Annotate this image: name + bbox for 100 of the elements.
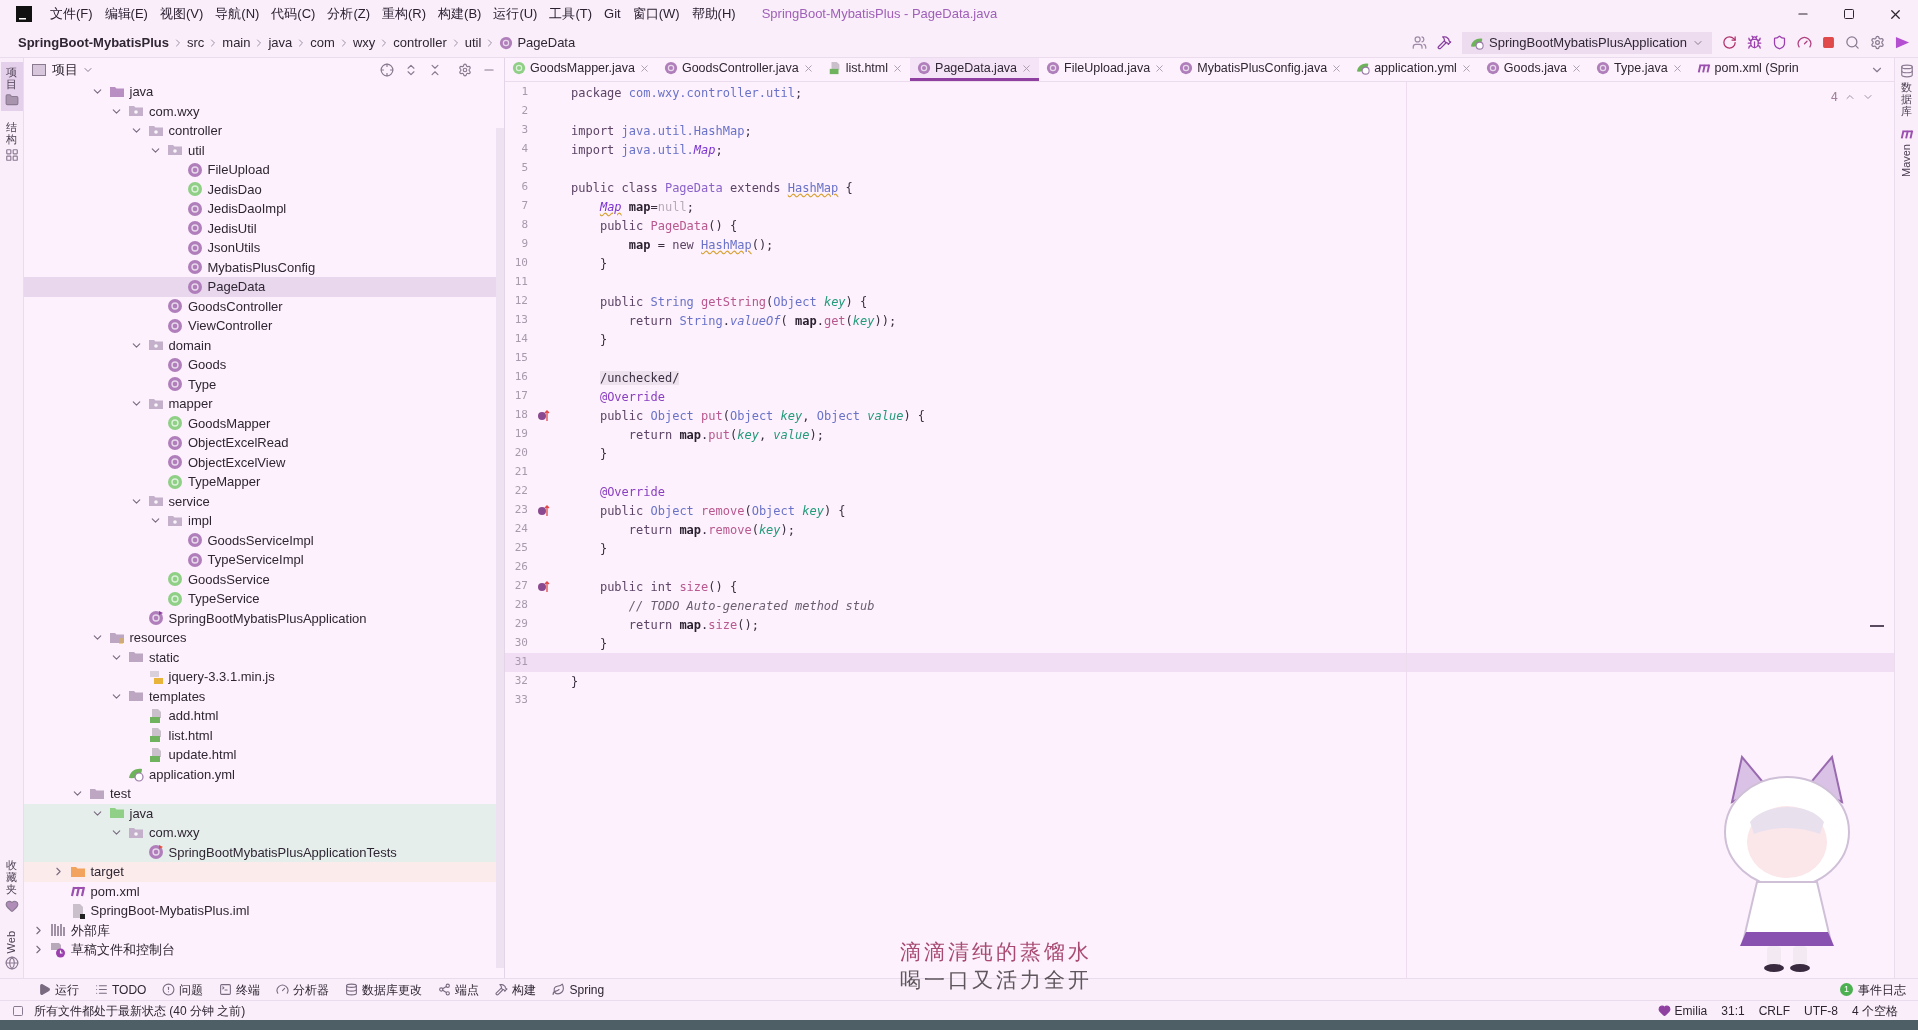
event-log-button[interactable]: 1 事件日志 [1840, 980, 1906, 999]
tree-item[interactable]: controller [24, 121, 496, 141]
menu-item[interactable]: 窗口(W) [626, 3, 686, 25]
breadcrumb[interactable]: java [268, 32, 293, 53]
tree-item[interactable]: TypeServiceImpl [24, 550, 496, 570]
tree-item[interactable]: templates [24, 686, 496, 706]
tree-item[interactable]: impl [24, 511, 496, 531]
close-tab-icon[interactable] [1571, 62, 1583, 74]
tool-window-button[interactable]: 结构 [0, 117, 23, 167]
editor-tab[interactable]: list.html [820, 58, 911, 81]
override-marker-icon[interactable] [536, 409, 550, 422]
status-item[interactable]: CRLF [1758, 1001, 1790, 1020]
breadcrumb[interactable]: controller [393, 32, 447, 53]
tree-item[interactable]: ObjectExcelRead [24, 433, 496, 453]
tree-item[interactable]: com.wxy [24, 101, 496, 121]
tree-item[interactable]: resources [24, 628, 496, 648]
editor-tab[interactable]: pom.xml (Sprin [1689, 58, 1806, 81]
tool-window-tab[interactable]: 终端 [219, 980, 261, 999]
tree-item[interactable]: list.html [24, 725, 496, 745]
close-tab-icon[interactable] [1154, 62, 1166, 74]
tree-item[interactable]: SpringBootMybatisPlusApplication [24, 608, 496, 628]
close-tab-icon[interactable] [802, 62, 814, 74]
tree-item[interactable]: mapper [24, 394, 496, 414]
tool-window-button[interactable]: Maven [1898, 127, 1915, 178]
tree-item[interactable]: Type [24, 374, 496, 394]
status-item[interactable]: 4 个空格 [1852, 1001, 1898, 1020]
menu-item[interactable]: 编辑(E) [98, 3, 154, 25]
editor-tab[interactable]: GoodsMapper.java [505, 58, 657, 81]
tree-item[interactable]: JsonUtils [24, 238, 496, 258]
breadcrumb[interactable]: main [222, 32, 251, 53]
tree-item[interactable]: add.html [24, 706, 496, 726]
tree-item[interactable]: com.wxy [24, 823, 496, 843]
tool-window-tab[interactable]: 运行 [38, 980, 79, 999]
run-config-dropdown[interactable]: SpringBootMybatisPlusApplication [1462, 31, 1712, 54]
locate-icon[interactable] [380, 63, 394, 77]
menu-item[interactable]: 视图(V) [153, 3, 210, 25]
tree-item[interactable]: GoodsController [24, 296, 496, 316]
menu-item[interactable]: 构建(B) [432, 3, 488, 25]
tool-window-tab[interactable]: Spring [552, 980, 605, 999]
close-tab-icon[interactable] [1671, 62, 1683, 74]
tree-item[interactable]: update.html [24, 745, 496, 765]
override-marker-icon[interactable] [536, 580, 550, 593]
editor-tab[interactable]: Goods.java [1478, 58, 1590, 81]
tree-item[interactable]: SpringBootMybatisPlusApplicationTests [24, 842, 496, 862]
tree-item[interactable]: service [24, 491, 496, 511]
tree-item[interactable]: java [24, 82, 496, 102]
editor-tab[interactable]: application.yml [1349, 58, 1479, 81]
tool-window-tab[interactable]: 分析器 [276, 980, 330, 999]
menu-item[interactable]: 重构(R) [376, 3, 433, 25]
editor-tab[interactable]: MybatisPlusConfig.java [1172, 58, 1350, 81]
breadcrumb[interactable]: com [310, 32, 335, 53]
tool-window-button[interactable]: 收藏夹 [0, 855, 23, 917]
breadcrumb[interactable]: PageData [517, 32, 576, 53]
tree-item[interactable]: TypeService [24, 589, 496, 609]
settings-icon[interactable] [1870, 35, 1885, 50]
tree-item[interactable]: JedisUtil [24, 218, 496, 238]
collapse-all-icon[interactable] [428, 63, 442, 77]
tree-item[interactable]: target [24, 862, 496, 882]
settings-icon[interactable] [458, 63, 472, 77]
close-tab-icon[interactable] [1460, 62, 1472, 74]
tool-window-tab[interactable]: TODO [95, 980, 147, 999]
app-logo-icon[interactable] [16, 6, 32, 22]
users-icon[interactable] [1412, 35, 1427, 50]
tool-window-button[interactable]: Web [0, 926, 23, 974]
tool-window-button[interactable]: 数据库 [1899, 64, 1914, 118]
tree-item[interactable]: PageData [24, 277, 496, 297]
menu-item[interactable]: 工具(T) [543, 3, 599, 25]
tool-window-tab[interactable]: 构建 [495, 980, 537, 999]
stop-icon[interactable] [1822, 36, 1835, 49]
panel-title[interactable]: 项目 [52, 60, 94, 80]
menu-item[interactable]: 文件(F) [44, 3, 99, 25]
menu-item[interactable]: 代码(C) [265, 3, 322, 25]
tree-item[interactable]: application.yml [24, 764, 496, 784]
tree-item[interactable]: test [24, 784, 496, 804]
theme-button[interactable]: Emilia [1674, 1001, 1708, 1020]
menu-item[interactable]: 导航(N) [209, 3, 266, 25]
status-item[interactable]: 31:1 [1721, 1001, 1745, 1020]
tree-item[interactable]: GoodsServiceImpl [24, 530, 496, 550]
menu-item[interactable]: Git [598, 3, 627, 25]
tree-item[interactable]: JedisDao [24, 179, 496, 199]
tree-item[interactable]: static [24, 647, 496, 667]
tree-item[interactable]: domain [24, 335, 496, 355]
tree-item[interactable]: Goods [24, 355, 496, 375]
menu-item[interactable]: 分析(Z) [321, 3, 376, 25]
plugin-logo-icon[interactable] [1895, 35, 1910, 50]
tool-window-tab[interactable]: 数据库更改 [345, 980, 423, 999]
close-tab-icon[interactable] [1331, 62, 1343, 74]
tree-item[interactable]: GoodsMapper [24, 413, 496, 433]
tool-window-tab[interactable]: 端点 [438, 980, 480, 999]
breadcrumb[interactable]: SpringBoot-MybatisPlus [18, 32, 169, 53]
profiler-icon[interactable] [1797, 35, 1812, 50]
tree-item[interactable]: TypeMapper [24, 472, 496, 492]
menu-item[interactable]: 帮助(H) [685, 3, 742, 25]
tree-item[interactable]: ObjectExcelView [24, 452, 496, 472]
tree-item[interactable]: FileUpload [24, 160, 496, 180]
editor-tab[interactable]: PageData.java [910, 58, 1040, 81]
tree-item[interactable]: java [24, 803, 496, 823]
menu-item[interactable]: 运行(U) [487, 3, 544, 25]
editor-tab[interactable]: Type.java [1589, 58, 1690, 81]
debug-icon[interactable] [1747, 35, 1762, 50]
